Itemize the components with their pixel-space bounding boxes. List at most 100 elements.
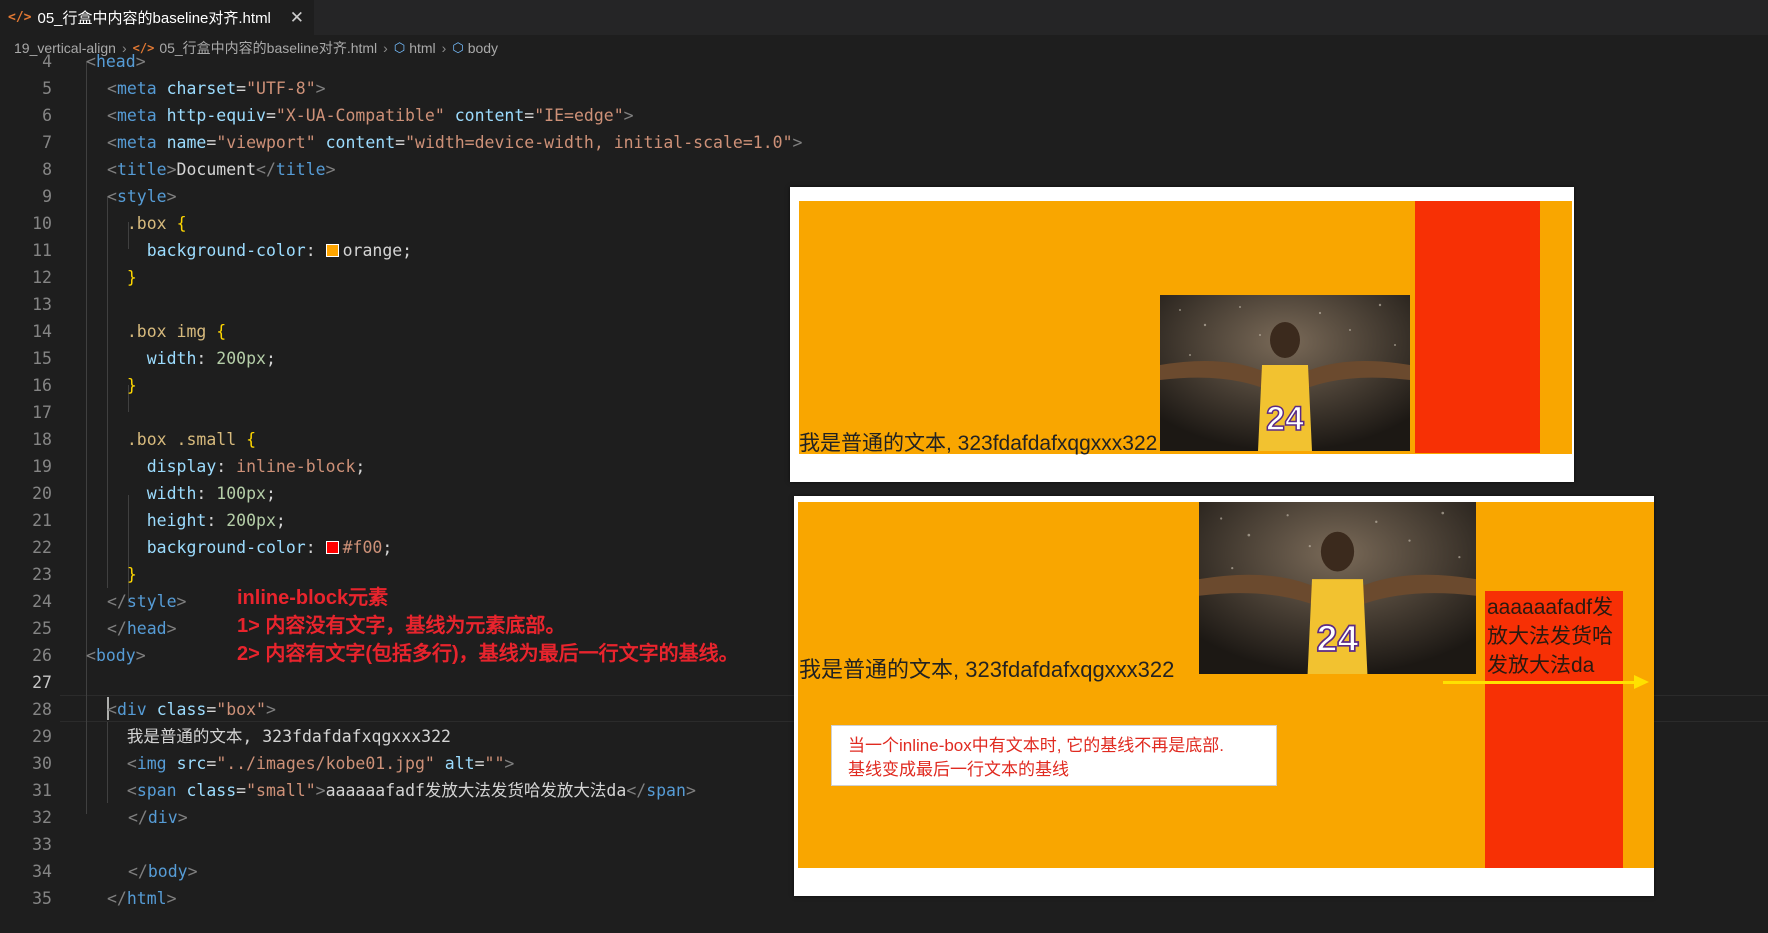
code-line[interactable]: 7 <meta name="viewport" content="width=de… bbox=[0, 129, 1768, 156]
code-text: <img src="../images/kobe01.jpg" alt=""> bbox=[107, 750, 514, 777]
code-token: < bbox=[107, 187, 117, 206]
code-token: ; bbox=[275, 511, 286, 530]
line-number: 11 bbox=[32, 241, 52, 260]
code-token: 我是普通的文本, 323fdafdafxqgxxx322 bbox=[107, 727, 451, 746]
player-image: 24 bbox=[1199, 502, 1476, 674]
code-token: } bbox=[126, 376, 137, 395]
code-text: <meta http-equiv="X-UA-Compatible" conte… bbox=[107, 102, 634, 129]
code-token: "UTF-8" bbox=[246, 79, 316, 98]
code-token: ; bbox=[265, 484, 276, 503]
code-token: = bbox=[265, 106, 276, 125]
code-token: ; bbox=[382, 538, 393, 557]
code-token: > bbox=[792, 133, 803, 152]
code-token: http-equiv bbox=[166, 106, 266, 125]
code-line[interactable]: 5 <meta charset="UTF-8"> bbox=[0, 75, 1768, 102]
code-token: img bbox=[136, 754, 167, 773]
code-text: background-color: orange; bbox=[107, 237, 412, 264]
code-text: <div class="box"> bbox=[107, 696, 276, 723]
code-token: < bbox=[107, 700, 117, 719]
code-token: } bbox=[126, 565, 137, 584]
line-number: 24 bbox=[32, 592, 52, 611]
code-line[interactable]: 6 <meta http-equiv="X-UA-Compatible" cont… bbox=[0, 102, 1768, 129]
line-number: 34 bbox=[32, 862, 52, 881]
code-token: > bbox=[265, 700, 276, 719]
code-token: </ bbox=[626, 781, 647, 800]
code-token: = bbox=[206, 133, 217, 152]
code-token: span bbox=[136, 781, 177, 800]
code-token: { bbox=[216, 322, 227, 341]
code-token: head bbox=[95, 52, 136, 71]
note-line-1: 当一个inline-box中有文本时, 它的基线不再是底部. bbox=[848, 736, 1224, 755]
code-token: content bbox=[325, 133, 396, 152]
code-token: > bbox=[176, 592, 187, 611]
code-token: : bbox=[196, 484, 217, 503]
code-token: meta bbox=[116, 106, 157, 125]
html-file-icon: </> bbox=[8, 10, 32, 25]
code-token: .box bbox=[126, 214, 167, 233]
code-token: charset bbox=[166, 79, 237, 98]
line-number: 19 bbox=[32, 457, 52, 476]
code-token: title bbox=[275, 160, 326, 179]
code-token: body bbox=[147, 862, 188, 881]
code-token: </ bbox=[128, 808, 148, 827]
line-number: 17 bbox=[32, 403, 52, 422]
code-token: < bbox=[86, 52, 96, 71]
code-text: <style> bbox=[107, 183, 177, 210]
code-text: <head> bbox=[86, 48, 146, 75]
editor-tab[interactable]: </> 05_行盒中内容的baseline对齐.html ✕ bbox=[0, 0, 314, 35]
code-token: < bbox=[86, 646, 96, 665]
code-token: ; bbox=[355, 457, 366, 476]
code-token: display bbox=[146, 457, 217, 476]
line-number: 10 bbox=[32, 214, 52, 233]
code-token: > bbox=[166, 160, 177, 179]
code-line[interactable]: 4 <head> bbox=[0, 48, 1768, 75]
code-token: head bbox=[126, 619, 167, 638]
annotation-text: inline-block元素 1> 内容没有文字，基线为元素底部。 2> 内容有… bbox=[237, 584, 739, 668]
code-token: > bbox=[135, 52, 146, 71]
code-token: "IE=edge" bbox=[534, 106, 624, 125]
code-token: height bbox=[146, 511, 207, 530]
code-token: Document bbox=[176, 160, 257, 179]
note-box: 当一个inline-box中有文本时, 它的基线不再是底部. 基线变成最后一行文… bbox=[831, 725, 1277, 786]
code-token: } bbox=[126, 268, 137, 287]
code-token: > bbox=[325, 160, 336, 179]
code-token: = bbox=[206, 700, 217, 719]
close-icon[interactable]: ✕ bbox=[290, 8, 304, 28]
code-line[interactable]: 8 <title>Document</title> bbox=[0, 156, 1768, 183]
code-text: </html> bbox=[107, 885, 177, 912]
line-number: 22 bbox=[32, 538, 52, 557]
code-token: html bbox=[126, 889, 167, 908]
code-token: = bbox=[236, 79, 247, 98]
code-token: > bbox=[166, 187, 177, 206]
small-inline-block bbox=[1415, 201, 1540, 453]
basketball-player-photo-icon: 24 bbox=[1160, 295, 1410, 451]
code-text: </div> bbox=[128, 804, 188, 831]
line-number: 6 bbox=[42, 106, 52, 125]
code-token: < bbox=[107, 133, 117, 152]
line-number: 8 bbox=[42, 160, 52, 179]
code-token: "../images/kobe01.jpg" bbox=[216, 754, 435, 773]
code-token: = bbox=[395, 133, 406, 152]
code-token: = bbox=[474, 754, 485, 773]
baseline-arrow bbox=[1443, 681, 1639, 684]
line-number: 13 bbox=[32, 295, 52, 314]
code-token: > bbox=[135, 646, 146, 665]
code-token: > bbox=[187, 862, 198, 881]
tab-title: 05_行盒中内容的baseline对齐.html bbox=[37, 10, 271, 27]
arrow-head-icon bbox=[1634, 675, 1649, 689]
code-text: </body> bbox=[128, 858, 198, 885]
